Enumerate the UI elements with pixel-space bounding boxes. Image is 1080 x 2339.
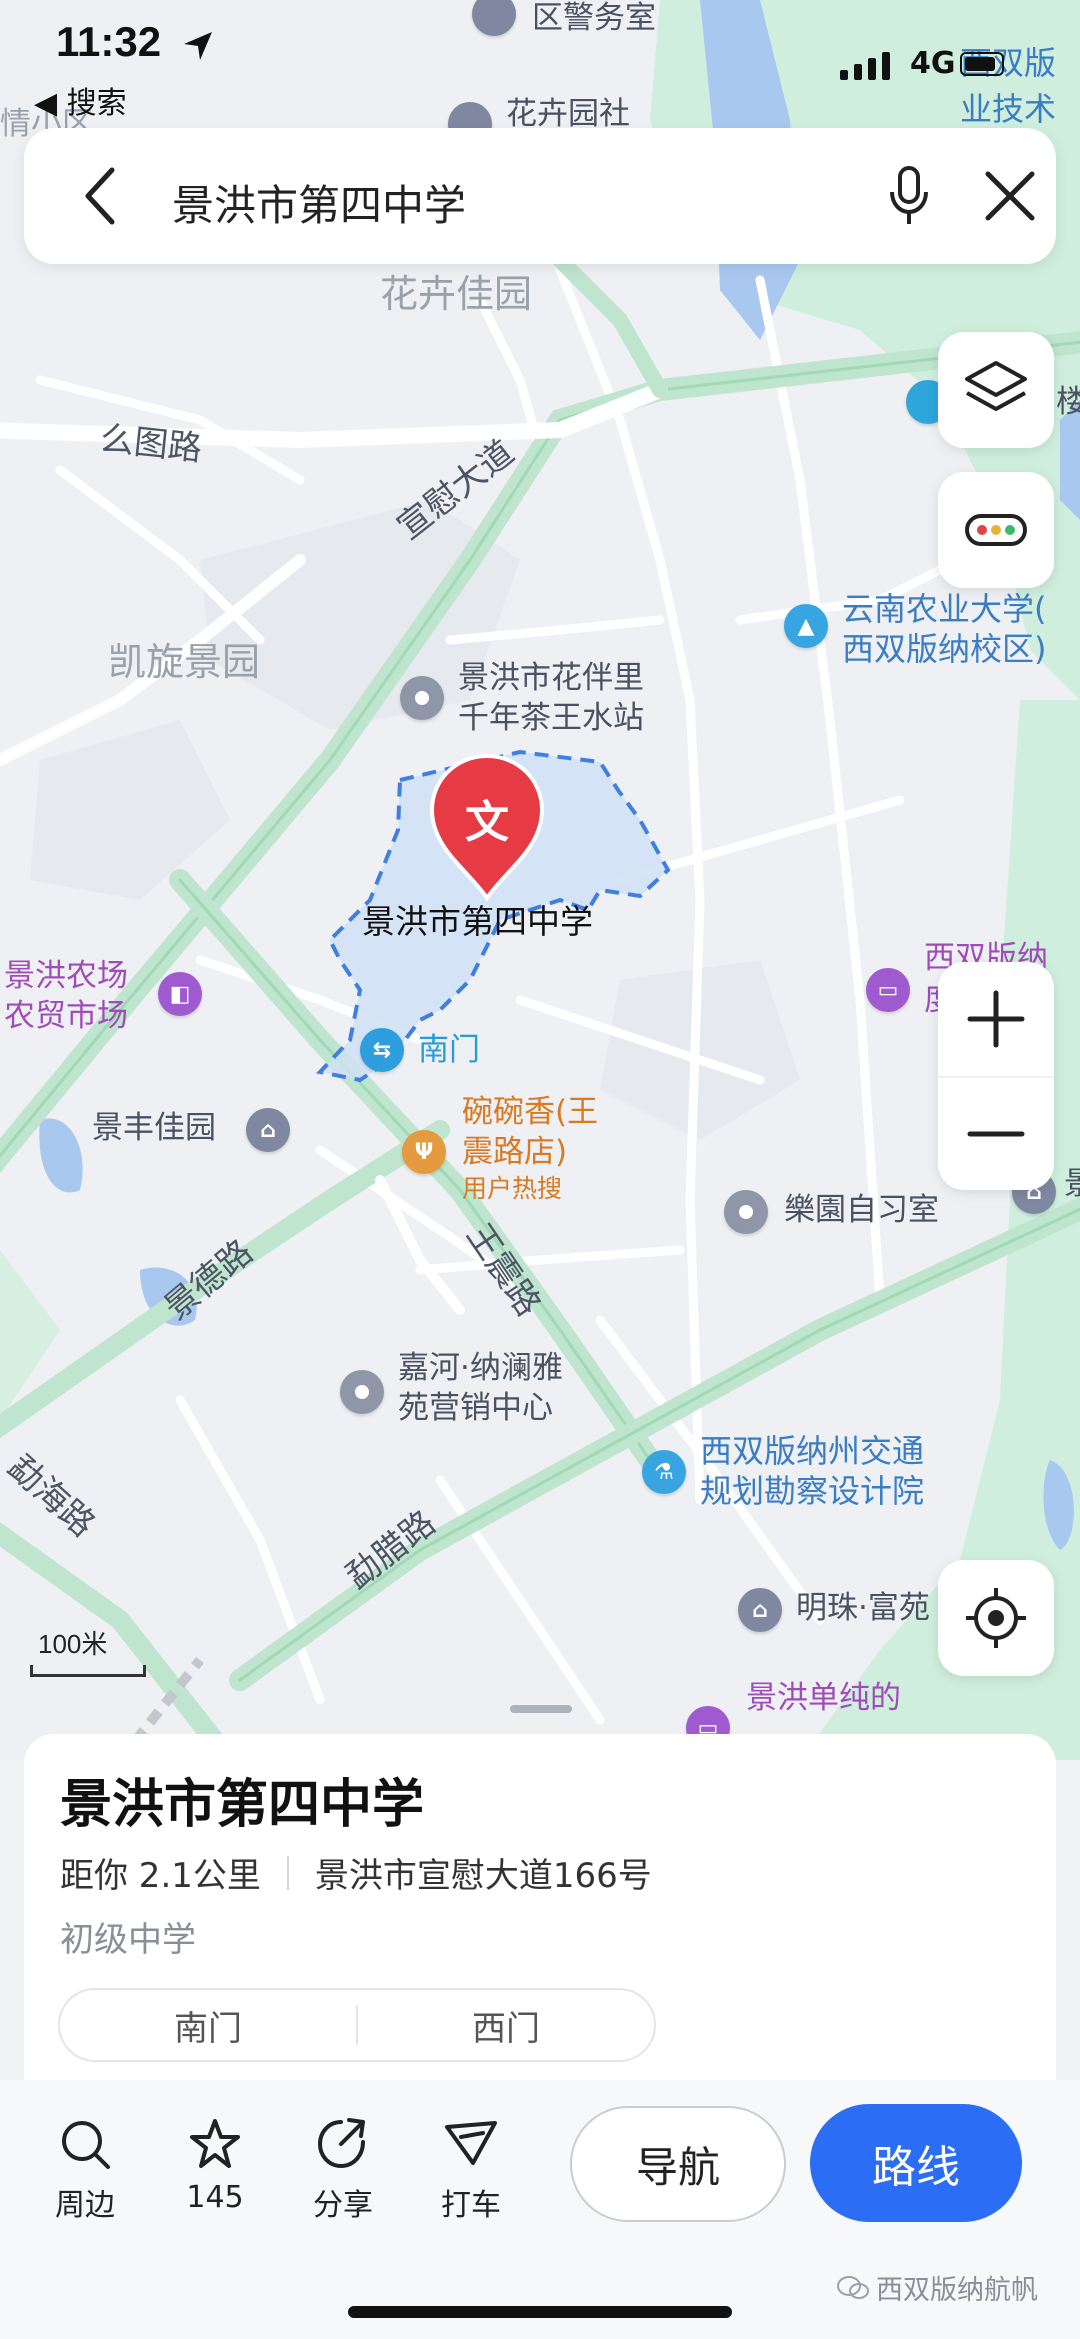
layers-button[interactable] [938,332,1054,448]
zoom-control [938,962,1054,1190]
map-label-hostel: 景洪单纯的 [746,1680,901,1716]
map-label-study: 樂園自习室 [784,1192,939,1228]
watermark: 西双版纳航帆 [836,2268,1038,2307]
map-label-jiahe-1: 嘉河·纳澜雅 [398,1350,563,1386]
study-room-pin-icon[interactable] [724,1190,768,1234]
taxi-button[interactable]: 打车 [416,2116,526,2224]
gate-west-button[interactable]: 西门 [358,2001,654,2050]
share-label: 分享 [313,2188,373,2223]
residence-pin-icon[interactable]: ⌂ [246,1108,290,1152]
map-label-farm-1: 景洪农场 [4,958,128,994]
place-category: 初级中学 [60,1920,196,1960]
map-label-right-edge-3: 景 [1064,1166,1080,1202]
university-pin-icon[interactable]: ▲ [784,604,828,648]
map-label-bowl-1: 碗碗香(王 [462,1094,599,1130]
map-label-school: 景洪市第四中学 [362,902,593,941]
mingzhu-pin-icon[interactable]: ⌂ [738,1588,782,1632]
map-label-tea-2: 千年茶王水站 [458,700,644,736]
zoom-out-button[interactable] [938,1076,1054,1190]
map-label-building: 楼 [1056,384,1080,420]
map-label-tea-1: 景洪市花伴里 [458,660,644,696]
search-bar[interactable]: 景洪市第四中学 [24,128,1056,264]
place-distance: 距你 2.1公里 [60,1856,261,1896]
plus-icon [967,990,1025,1048]
meta-divider [286,1855,289,1890]
map-label-jiahe-2: 苑营销中心 [398,1390,553,1426]
gate-selector: 南门 西门 [58,1988,656,2062]
place-card[interactable]: 景洪市第四中学 距你 2.1公里 景洪市宣慰大道166号 初级中学 南门 西门 [24,1734,1056,2094]
school-marker-label: 文 [465,797,509,848]
search-icon [62,2121,110,2169]
status-time: 11:32 [56,18,162,65]
wechat-icon [837,2275,869,2299]
map-view[interactable]: 情小区 区警务室 花卉园社 西双版 业技术 花卉佳园 凯旋景园 么图路 宣慰大道… [0,0,1080,1760]
locate-me-button[interactable] [938,1560,1054,1676]
locate-icon [966,1588,1026,1648]
navigate-button[interactable]: 导航 [570,2106,786,2222]
zoom-in-button[interactable] [938,962,1054,1076]
sheet-drag-handle[interactable] [510,1705,572,1713]
watermark-text: 西双版纳航帆 [876,2275,1038,2306]
network-type: 4G [910,46,956,81]
map-label-south-gate: 南门 [418,1032,480,1068]
map-scale: 100米 [30,1624,146,1677]
location-arrow-icon [184,32,212,60]
sales-center-pin-icon[interactable] [340,1370,384,1414]
map-label-mingzhu: 明珠·富苑 [796,1590,930,1626]
back-arrow-icon[interactable] [80,166,120,226]
taxi-flag-icon [445,2121,497,2165]
map-label-bowl-tag: 用户热搜 [462,1174,563,1203]
tea-station-pin-icon[interactable] [400,676,444,720]
restaurant-pin-icon[interactable]: Ψ [402,1130,446,1174]
taxi-label: 打车 [441,2188,501,2223]
nearby-label: 周边 [55,2188,115,2223]
back-to-search-link[interactable]: ◀ 搜索 [34,78,127,122]
map-scale-bar [30,1665,146,1677]
microphone-icon[interactable] [886,164,932,228]
map-label-farm-2: 农贸市场 [4,998,128,1034]
route-button[interactable]: 路线 [810,2104,1022,2222]
place-name: 景洪市第四中学 [60,1775,425,1835]
bottom-action-bar: 周边 145 分享 打车 导航 路线 西双版纳航帆 [0,2080,1080,2339]
battery-icon [960,52,1004,76]
area-label-huahui: 花卉佳园 [380,272,533,316]
favorite-button[interactable]: 145 [160,2116,270,2215]
area-label-kaixuan: 凯旋景园 [108,640,261,684]
south-gate-pin-icon[interactable]: ⇆ [360,1028,404,1072]
layers-icon [965,361,1027,411]
traffic-light-icon [965,514,1027,546]
place-meta: 距你 2.1公里 景洪市宣慰大道166号 [60,1848,652,1897]
share-icon [317,2118,365,2169]
traffic-button[interactable] [938,472,1054,588]
hotel-pin-icon[interactable]: ▭ [866,968,910,1012]
status-bar: 11:32 ◀ 搜索 4G [0,0,1080,122]
map-label-jingfeng: 景丰佳园 [92,1110,216,1146]
map-label-yunnan-agri-1: 云南农业大学( [842,590,1047,628]
share-button[interactable]: 分享 [288,2116,398,2224]
minus-icon [967,1131,1025,1137]
market-pin-icon[interactable]: ◧ [158,972,202,1016]
search-input[interactable]: 景洪市第四中学 [172,172,466,233]
nearby-button[interactable]: 周边 [30,2116,140,2224]
home-indicator [348,2306,732,2318]
school-marker-icon[interactable]: 文 [428,752,546,902]
favorite-count: 145 [186,2180,244,2215]
map-scale-label: 100米 [38,1629,108,1659]
map-label-transport-1: 西双版纳州交通 [700,1432,925,1470]
map-label-yunnan-agri-2: 西双版纳校区) [842,630,1047,668]
gate-south-button[interactable]: 南门 [60,2001,356,2050]
institute-pin-icon[interactable]: ⚗ [642,1450,686,1494]
place-address: 景洪市宣慰大道166号 [314,1856,652,1896]
star-icon [190,2119,240,2168]
cell-signal-icon [840,52,890,80]
clear-icon[interactable] [982,168,1038,224]
map-label-bowl-2: 震路店) [462,1134,568,1170]
map-label-transport-2: 规划勘察设计院 [700,1472,925,1510]
